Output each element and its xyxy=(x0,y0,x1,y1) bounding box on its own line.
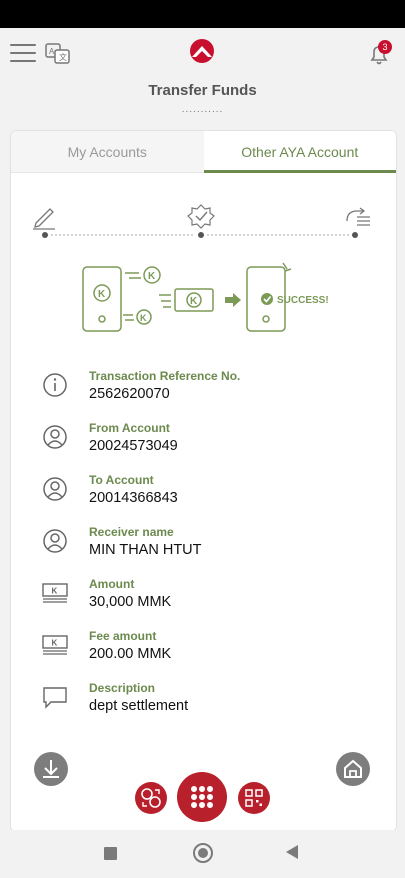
detail-row-reference: Transaction Reference No. 2562620070 xyxy=(41,369,371,421)
detail-value: 2562620070 xyxy=(89,386,170,402)
download-icon xyxy=(43,760,59,778)
user-icon xyxy=(43,529,67,553)
transaction-details: Transaction Reference No. 2562620070 Fro… xyxy=(41,369,371,733)
title-underline-dots: ........... xyxy=(181,104,224,115)
detail-value: 20024573049 xyxy=(89,438,178,454)
transfer-card: My Accounts Other AYA Account K K K K SU… xyxy=(10,130,397,832)
edit-step-icon xyxy=(33,208,55,230)
detail-label: Transaction Reference No. xyxy=(89,369,241,383)
user-icon xyxy=(43,477,67,501)
detail-label: To Account xyxy=(89,473,154,487)
detail-row-fee-amount: K Fee amount 200.00 MMK xyxy=(41,629,371,681)
qr-scan-button[interactable] xyxy=(238,782,270,814)
grid-menu-icon xyxy=(191,786,213,808)
complete-step-icon xyxy=(346,207,370,226)
progress-stepper xyxy=(33,204,370,238)
home-icon xyxy=(344,759,362,778)
svg-text:K: K xyxy=(98,289,106,300)
user-icon xyxy=(43,425,67,449)
tab-other-aya-account[interactable]: Other AYA Account xyxy=(203,131,396,173)
download-receipt-button[interactable] xyxy=(34,752,68,786)
language-translate-icon[interactable]: A 文 xyxy=(44,42,72,66)
detail-value: 30,000 MMK xyxy=(89,594,172,610)
back-nav-icon[interactable] xyxy=(286,845,298,859)
verify-step-icon xyxy=(187,204,215,229)
notification-badge: 3 xyxy=(378,40,392,54)
exchange-icon xyxy=(141,788,161,808)
svg-text:文: 文 xyxy=(59,52,67,62)
message-icon xyxy=(43,687,67,709)
tab-my-accounts[interactable]: My Accounts xyxy=(11,131,204,173)
money-icon: K xyxy=(42,583,68,603)
page-title: Transfer Funds xyxy=(148,82,257,99)
recent-apps-icon[interactable] xyxy=(104,847,117,860)
svg-text:K: K xyxy=(148,271,156,282)
account-tabs: My Accounts Other AYA Account xyxy=(11,131,396,173)
home-nav-icon[interactable] xyxy=(193,843,213,863)
success-text: SUCCESS! xyxy=(277,295,329,306)
aya-bank-logo xyxy=(190,39,214,63)
money-icon: K xyxy=(42,635,68,655)
svg-text:K: K xyxy=(52,587,58,596)
detail-row-description: Description dept settlement xyxy=(41,681,371,733)
detail-row-to-account: To Account 20014366843 xyxy=(41,473,371,525)
hamburger-menu-icon[interactable] xyxy=(10,44,36,64)
main-menu-button[interactable] xyxy=(177,772,227,822)
detail-value: 200.00 MMK xyxy=(89,646,172,662)
detail-label: Amount xyxy=(89,577,135,591)
svg-text:K: K xyxy=(140,313,147,323)
info-icon xyxy=(43,373,67,397)
detail-value: 20014366843 xyxy=(89,490,178,506)
detail-row-amount: K Amount 30,000 MMK xyxy=(41,577,371,629)
detail-label: Fee amount xyxy=(89,629,157,643)
detail-row-receiver-name: Receiver name MIN THAN HTUT xyxy=(41,525,371,577)
detail-label: Receiver name xyxy=(89,525,174,539)
detail-value: MIN THAN HTUT xyxy=(89,542,202,558)
qr-code-icon xyxy=(245,789,263,807)
detail-label: From Account xyxy=(89,421,170,435)
detail-value: dept settlement xyxy=(89,698,189,714)
detail-label: Description xyxy=(89,681,156,695)
transfer-success-illustration: K K K K SUCCESS! xyxy=(82,262,329,332)
status-bar xyxy=(0,0,405,28)
svg-text:A: A xyxy=(49,47,55,56)
home-button[interactable] xyxy=(336,752,370,786)
svg-text:K: K xyxy=(52,639,58,648)
detail-row-from-account: From Account 20024573049 xyxy=(41,421,371,473)
svg-text:K: K xyxy=(190,296,198,307)
exchange-button[interactable] xyxy=(135,782,167,814)
